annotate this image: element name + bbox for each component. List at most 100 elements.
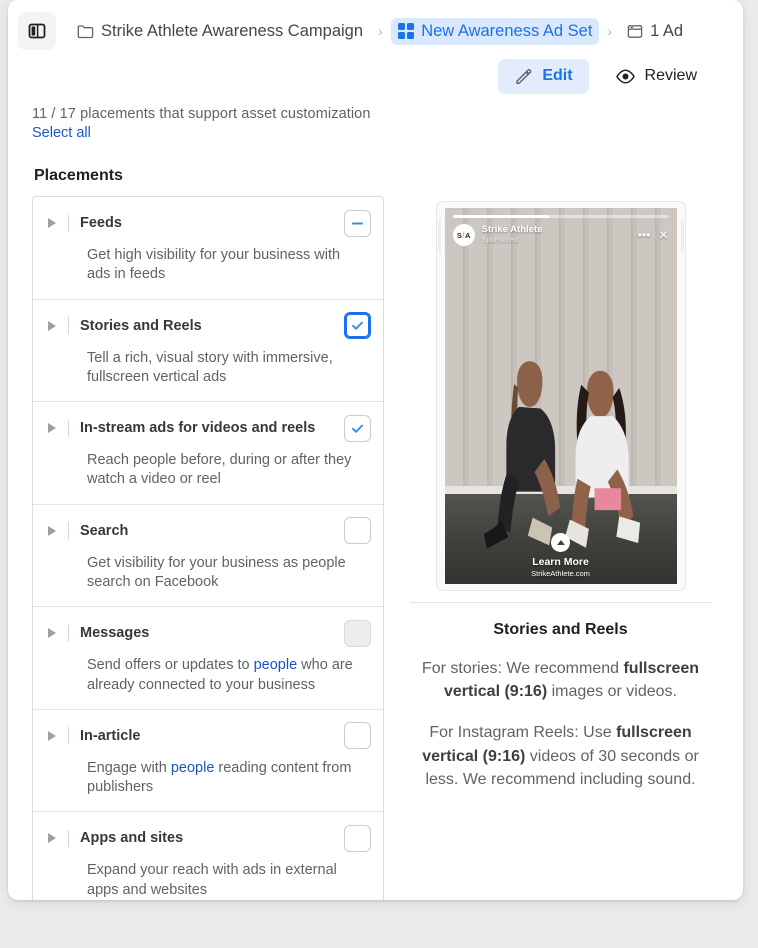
expand-caret-icon[interactable]: [41, 833, 63, 844]
sponsored-label: Sponsored: [481, 235, 518, 245]
breadcrumb-label-adset: New Awareness Ad Set: [421, 21, 593, 40]
close-icon[interactable]: ✕: [658, 228, 668, 242]
breadcrumb-item-adset[interactable]: New Awareness Ad Set: [390, 17, 600, 45]
placement-desc-search: Get visibility for your business as peop…: [87, 554, 346, 590]
avatar: S / A: [452, 224, 475, 246]
edit-label: Edit: [542, 67, 573, 84]
review-label: Review: [644, 67, 697, 84]
preview-wrapper: S / A Strike Athlete Sponsored ••• ✕ Lea…: [402, 198, 719, 590]
breadcrumb-label-ad: 1 Ad: [650, 21, 684, 40]
placement-desc-feeds: Get high visibility for your business wi…: [87, 247, 341, 283]
phone-mockup: S / A Strike Athlete Sponsored ••• ✕ Lea…: [436, 202, 685, 590]
avatar-initial-right: A: [464, 230, 471, 240]
placement-checkbox-apps-and-sites[interactable]: [344, 824, 371, 852]
preview-paragraph-2: For Instagram Reels: Use fullscreen vert…: [408, 721, 713, 791]
placement-checkbox-feeds[interactable]: [344, 209, 371, 237]
content-columns: Feeds Get high visibility for your busin…: [32, 196, 719, 900]
athlete-figure-right: [565, 370, 641, 548]
check-icon: [352, 321, 363, 330]
placement-checkbox-in-article[interactable]: [344, 722, 371, 750]
body: 11 / 17 placements that support asset cu…: [8, 100, 743, 900]
expand-caret-icon[interactable]: [41, 320, 63, 331]
more-dots-icon[interactable]: •••: [638, 228, 651, 242]
placement-checkbox-stories-and-reels[interactable]: [344, 312, 371, 340]
app-card: Strike Athlete Awareness Campaign › New …: [8, 0, 743, 900]
placement-title-in-stream: In-stream ads for videos and reels: [80, 420, 316, 437]
para2-part-a: For Instagram Reels: Use: [429, 724, 617, 742]
placement-row-stories-and-reels: Stories and Reels Tell a rich, visual st…: [33, 300, 383, 403]
desc-text-pre: Send offers or updates to: [87, 657, 254, 674]
expand-caret-icon[interactable]: [41, 730, 63, 741]
divider: [68, 727, 69, 745]
placement-checkbox-search[interactable]: [344, 517, 371, 545]
placement-row-messages: Messages Send offers or updates to peopl…: [33, 607, 383, 710]
story-actions: ••• ✕: [638, 228, 669, 242]
placement-desc-in-stream: Reach people before, during or after the…: [87, 452, 352, 488]
grid-icon: [397, 22, 415, 40]
expand-caret-icon[interactable]: [41, 525, 63, 536]
para1-part-c: images or videos.: [547, 683, 677, 701]
cta-label: Learn More: [532, 556, 589, 568]
story-cta[interactable]: Learn More StrikeAthlete.com: [445, 533, 677, 578]
breadcrumb-item-campaign[interactable]: Strike Athlete Awareness Campaign: [70, 18, 370, 45]
placements-counter: 11 / 17 placements that support asset cu…: [32, 106, 371, 122]
placement-row-in-article: In-article Engage with people reading co…: [33, 710, 383, 813]
page-title: Placements: [34, 167, 123, 184]
avatar-initial-left: S: [456, 230, 462, 240]
desc-text-pre: Engage with: [87, 759, 171, 776]
placement-title-search: Search: [80, 522, 129, 539]
breadcrumb: Strike Athlete Awareness Campaign › New …: [70, 17, 690, 45]
minus-icon: [352, 222, 363, 224]
placement-title-messages: Messages: [80, 625, 150, 642]
divider: [68, 624, 69, 642]
placement-desc-in-article: Engage with people reading content from …: [87, 759, 371, 798]
action-bar: Edit Review: [8, 52, 743, 100]
divider: [68, 214, 69, 232]
chevron-up-icon: [551, 533, 570, 552]
select-all-link[interactable]: Select all: [32, 125, 91, 141]
brand-info: Strike Athlete Sponsored: [481, 224, 631, 245]
placement-checkbox-in-stream[interactable]: [344, 414, 371, 442]
window-icon: [627, 24, 643, 38]
expand-caret-icon[interactable]: [41, 423, 63, 434]
placements-column: Feeds Get high visibility for your busin…: [32, 196, 384, 900]
breadcrumb-label-campaign: Strike Athlete Awareness Campaign: [101, 21, 364, 40]
placement-desc-stories-and-reels: Tell a rich, visual story with immersive…: [87, 349, 333, 385]
folder-icon: [77, 24, 94, 38]
story-header: S / A Strike Athlete Sponsored ••• ✕: [452, 224, 669, 246]
placement-title-apps-and-sites: Apps and sites: [80, 830, 184, 847]
sidebar-toggle-icon: [28, 23, 46, 39]
preview-title: Stories and Reels: [493, 621, 628, 638]
review-button[interactable]: Review: [599, 59, 713, 93]
ad-creative-image: [444, 208, 677, 584]
expand-caret-icon[interactable]: [41, 628, 63, 639]
eye-icon: [615, 68, 635, 84]
placement-row-apps-and-sites: Apps and sites Expand your reach with ad…: [33, 812, 383, 900]
breadcrumb-separator: ›: [378, 23, 383, 39]
divider: [68, 419, 69, 437]
story-preview: S / A Strike Athlete Sponsored ••• ✕ Lea…: [444, 208, 677, 584]
placement-desc-apps-and-sites: Expand your reach with ads in external a…: [87, 862, 337, 898]
story-progress-bar: [452, 215, 669, 218]
cta-url: StrikeAthlete.com: [531, 569, 590, 578]
people-link[interactable]: people: [171, 760, 215, 776]
breadcrumb-item-ad[interactable]: 1 Ad: [620, 18, 690, 45]
people-link[interactable]: people: [254, 657, 298, 673]
expand-caret-icon[interactable]: [41, 218, 63, 228]
preview-divider: [410, 602, 711, 603]
breadcrumb-separator-2: ›: [607, 23, 613, 39]
placement-row-in-stream: In-stream ads for videos and reels Reach…: [33, 402, 383, 505]
pencil-icon: [516, 68, 532, 84]
edit-button[interactable]: Edit: [498, 58, 589, 94]
header: Strike Athlete Awareness Campaign › New …: [8, 0, 743, 52]
para1-part-a: For stories: We recommend: [421, 660, 624, 677]
preview-column: S / A Strike Athlete Sponsored ••• ✕ Lea…: [402, 196, 719, 900]
placement-title-stories-and-reels: Stories and Reels: [80, 317, 202, 334]
placement-title-in-article: In-article: [80, 727, 141, 744]
sidebar-toggle-button[interactable]: [18, 12, 56, 50]
placement-checkbox-messages[interactable]: [344, 619, 371, 647]
check-icon: [352, 424, 363, 433]
placement-desc-messages: Send offers or updates to people who are…: [87, 656, 371, 695]
placement-row-search: Search Get visibility for your business …: [33, 505, 383, 608]
placement-list: Feeds Get high visibility for your busin…: [32, 196, 384, 900]
